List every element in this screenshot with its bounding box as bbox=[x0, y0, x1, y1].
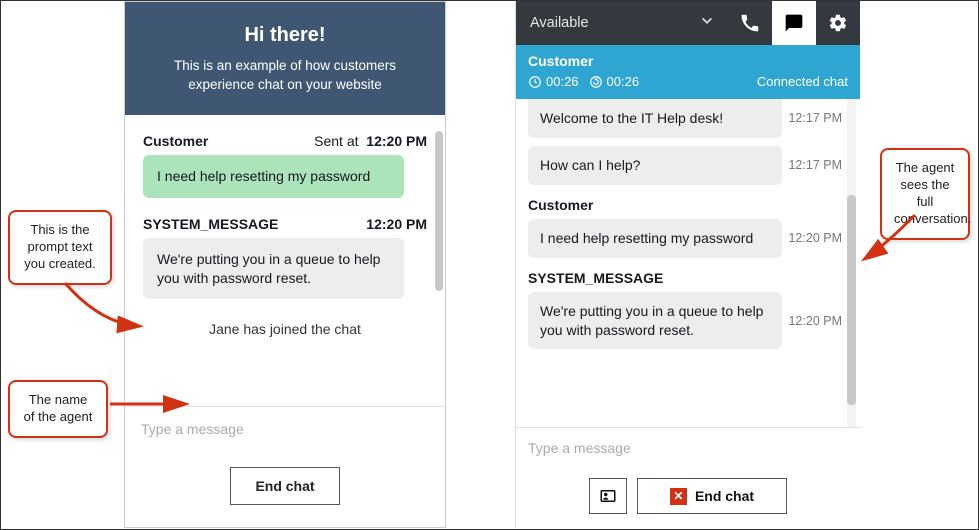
message-time: 12:20 PM bbox=[366, 216, 427, 232]
message-time: 12:17 PM bbox=[788, 158, 848, 172]
arrow-icon bbox=[860, 210, 930, 273]
message-input[interactable]: Type a message bbox=[528, 440, 848, 456]
agent-message-bubble: Welcome to the IT Help desk! bbox=[528, 99, 782, 138]
gear-icon bbox=[828, 13, 848, 33]
message-time: 12:20 PM bbox=[788, 314, 848, 328]
callout-agent-name: The name of the agent bbox=[8, 380, 108, 438]
agent-joined-text: Jane has joined the chat bbox=[143, 317, 427, 341]
chat-tab[interactable] bbox=[772, 1, 816, 45]
contact-name: Customer bbox=[528, 53, 848, 69]
customer-chat-scroll[interactable]: Customer Sent at 12:20 PM I need help re… bbox=[125, 115, 445, 406]
status-label: Available bbox=[530, 15, 589, 31]
customer-header-subtitle: This is an example of how customers expe… bbox=[153, 57, 417, 95]
connection-status: Connected chat bbox=[757, 74, 848, 89]
chevron-down-icon bbox=[700, 14, 714, 33]
customer-chat-panel: Hi there! This is an example of how cust… bbox=[124, 1, 446, 528]
message-header: SYSTEM_MESSAGE 12:20 PM bbox=[143, 216, 427, 232]
scrollbar-thumb[interactable] bbox=[847, 195, 856, 405]
agent-chat-scroll[interactable]: Welcome to the IT Help desk! 12:17 PM Ho… bbox=[516, 99, 860, 427]
customer-chat-header: Hi there! This is an example of how cust… bbox=[125, 2, 445, 115]
timer-1: 00:26 bbox=[528, 74, 579, 89]
agent-message-bubble: How can I help? bbox=[528, 146, 782, 185]
phone-icon bbox=[740, 13, 760, 33]
sent-time-label: Sent at 12:20 PM bbox=[314, 133, 427, 149]
message-time: 12:17 PM bbox=[788, 111, 848, 125]
contact-info-bar: Customer 00:26 00:26 Connected chat bbox=[516, 45, 860, 99]
clock-icon bbox=[528, 75, 542, 89]
arrow-icon bbox=[108, 392, 198, 425]
message-header: Customer Sent at 12:20 PM bbox=[143, 133, 427, 149]
callout-prompt-text: This is the prompt text you created. bbox=[8, 210, 112, 285]
chat-icon bbox=[784, 13, 804, 33]
system-message-bubble: We're putting you in a queue to help you… bbox=[143, 238, 404, 300]
sender-label: SYSTEM_MESSAGE bbox=[143, 216, 278, 232]
status-dropdown[interactable]: Available bbox=[516, 1, 728, 45]
sender-label: SYSTEM_MESSAGE bbox=[528, 270, 848, 286]
agent-topbar: Available bbox=[516, 1, 860, 45]
sender-label: Customer bbox=[528, 197, 848, 213]
quick-connect-button[interactable] bbox=[589, 478, 627, 514]
system-message-bubble: We're putting you in a queue to help you… bbox=[528, 292, 782, 350]
agent-input-area: Type a message bbox=[516, 427, 860, 468]
settings-tab[interactable] bbox=[816, 1, 860, 45]
scrollbar-thumb[interactable] bbox=[435, 131, 443, 291]
end-chat-button[interactable]: End chat bbox=[230, 467, 339, 505]
close-icon: ✕ bbox=[670, 488, 687, 505]
customer-message-bubble: I need help resetting my password bbox=[143, 155, 404, 198]
arrow-icon bbox=[60, 278, 150, 341]
agent-ccp-panel: Available Customer 00:26 00:2 bbox=[515, 1, 860, 528]
agent-footer: ✕ End chat bbox=[516, 468, 860, 528]
sender-label: Customer bbox=[143, 133, 208, 149]
phone-tab[interactable] bbox=[728, 1, 772, 45]
end-chat-button[interactable]: ✕ End chat bbox=[637, 478, 787, 514]
duration-icon bbox=[589, 75, 603, 89]
contact-card-icon bbox=[599, 487, 617, 505]
message-input[interactable]: Type a message bbox=[137, 419, 433, 461]
message-time: 12:20 PM bbox=[788, 231, 848, 245]
timer-2: 00:26 bbox=[589, 74, 640, 89]
customer-message-bubble: I need help resetting my password bbox=[528, 219, 782, 258]
customer-header-title: Hi there! bbox=[153, 24, 417, 47]
